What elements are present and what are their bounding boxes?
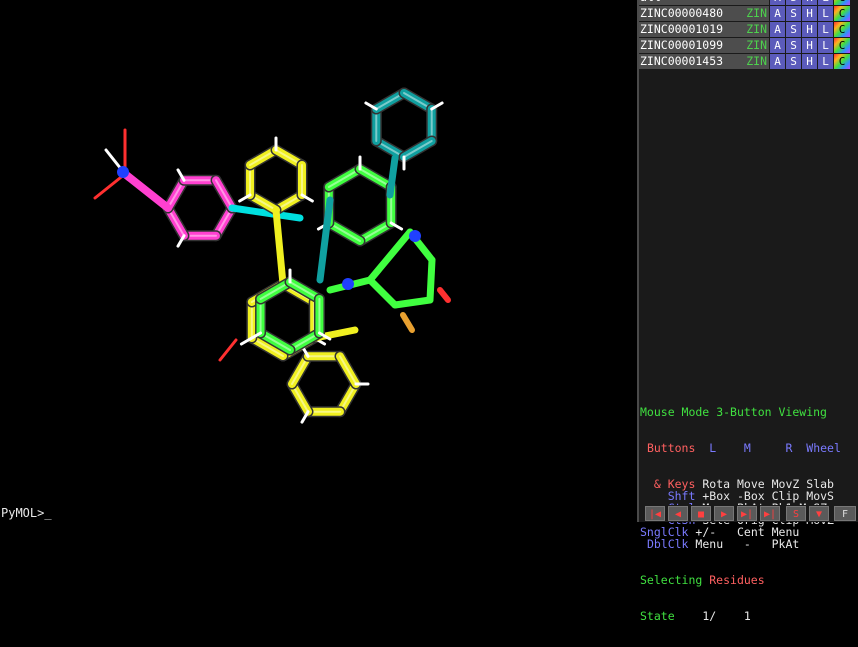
action-button[interactable]: A bbox=[770, 0, 785, 5]
command-line[interactable]: PyMOL>_ bbox=[0, 505, 638, 522]
magenta-bond bbox=[121, 170, 172, 212]
prev-frame-button[interactable]: ◀ bbox=[668, 506, 688, 521]
click-r: PkAt bbox=[771, 537, 800, 551]
nitrogen-atom bbox=[409, 230, 421, 242]
label-button[interactable]: L bbox=[818, 0, 833, 5]
object-name[interactable]: all bbox=[639, 0, 769, 5]
oxygen-bond bbox=[218, 338, 238, 362]
command-prompt[interactable]: PyMOL>_ bbox=[1, 506, 52, 520]
mouse-mode-value[interactable]: 3-Button Viewing bbox=[716, 405, 827, 419]
object-row[interactable]: ZINC00001453 ZIN A S H L C bbox=[639, 54, 858, 69]
green-bond bbox=[366, 228, 414, 284]
state-value: 1/ bbox=[702, 609, 717, 623]
oxygen-bond bbox=[437, 287, 451, 303]
object-row[interactable]: ZINC00001019 ZIN A S H L C bbox=[639, 22, 858, 37]
action-button[interactable]: A bbox=[770, 22, 785, 37]
label-button[interactable]: L bbox=[818, 54, 833, 69]
action-button[interactable]: A bbox=[770, 54, 785, 69]
object-name-label: ZINC00000480 bbox=[640, 6, 724, 20]
hide-button[interactable]: H bbox=[802, 6, 817, 21]
show-button[interactable]: S bbox=[786, 22, 801, 37]
color-button[interactable]: C bbox=[834, 54, 850, 69]
show-button[interactable]: S bbox=[786, 6, 801, 21]
object-name-label: ZINC00001453 bbox=[640, 54, 724, 68]
next-frame-button[interactable]: ▶| bbox=[737, 506, 757, 521]
green-bond bbox=[366, 276, 399, 309]
mouse-mode-label: Mouse Mode bbox=[640, 405, 710, 419]
show-button[interactable]: S bbox=[786, 54, 801, 69]
object-name-label: ZINC00001099 bbox=[640, 38, 724, 52]
object-tag: ZIN bbox=[746, 54, 767, 68]
object-name-label: all bbox=[640, 0, 661, 4]
selecting-label: Selecting bbox=[640, 573, 703, 587]
col-m: M bbox=[743, 441, 751, 455]
molecule-render[interactable] bbox=[0, 0, 637, 505]
object-name[interactable]: ZINC00001019 ZIN bbox=[639, 22, 769, 37]
col-l: L bbox=[709, 441, 717, 455]
yellow-bond bbox=[272, 206, 287, 288]
object-tag: ZIN bbox=[746, 22, 767, 36]
object-panel: allASHLCZINC00000480ZINASHLCZINC00001019… bbox=[639, 0, 858, 622]
color-button[interactable]: C bbox=[834, 6, 850, 21]
object-row[interactable]: ZINC00001099 ZIN A S H L C bbox=[639, 38, 858, 53]
nitrogen-atom bbox=[117, 166, 129, 178]
label-button[interactable]: L bbox=[818, 6, 833, 21]
nitrogen-atom bbox=[342, 278, 354, 290]
menu-button[interactable]: ▼ bbox=[809, 506, 829, 521]
click-key: DblClk bbox=[646, 537, 689, 551]
teal-bond bbox=[316, 196, 334, 284]
green-bond bbox=[391, 296, 434, 309]
state-total: 1 bbox=[743, 609, 751, 623]
hide-button[interactable]: H bbox=[802, 0, 817, 5]
col-wheel: Wheel bbox=[806, 441, 841, 455]
color-button[interactable]: C bbox=[834, 0, 850, 5]
scene-button[interactable]: S bbox=[786, 506, 806, 521]
teal-bond bbox=[386, 154, 399, 199]
label-button[interactable]: L bbox=[818, 38, 833, 53]
show-button[interactable]: S bbox=[786, 38, 801, 53]
hide-button[interactable]: H bbox=[802, 54, 817, 69]
show-button[interactable]: S bbox=[786, 0, 801, 5]
label-button[interactable]: L bbox=[818, 22, 833, 37]
oxygen-bond bbox=[93, 172, 127, 200]
last-frame-button[interactable]: ▶| bbox=[760, 506, 780, 521]
playback-controls: |◀ ◀ ■ ▶ ▶| ▶| S ▼ F bbox=[639, 505, 858, 522]
click-m: - bbox=[743, 537, 751, 551]
hide-button[interactable]: H bbox=[802, 22, 817, 37]
action-button[interactable]: A bbox=[770, 38, 785, 53]
3d-viewport[interactable] bbox=[0, 0, 637, 505]
object-name[interactable]: ZINC00001099 ZIN bbox=[639, 38, 769, 53]
object-name-label: ZINC00001019 bbox=[640, 22, 724, 36]
object-tag: ZIN bbox=[746, 6, 767, 20]
fullscreen-button[interactable]: F bbox=[834, 506, 856, 521]
stop-button[interactable]: ■ bbox=[691, 506, 711, 521]
object-name[interactable]: ZINC00000480 ZIN bbox=[639, 6, 769, 21]
object-name[interactable]: ZINC00001453 ZIN bbox=[639, 54, 769, 69]
selecting-value[interactable]: Residues bbox=[709, 573, 764, 587]
state-label: State bbox=[640, 609, 675, 623]
green-bond bbox=[426, 256, 436, 304]
sulfur-bond bbox=[400, 312, 415, 333]
color-button[interactable]: C bbox=[834, 22, 850, 37]
object-tag: ZIN bbox=[746, 38, 767, 52]
col-r: R bbox=[785, 441, 793, 455]
first-frame-button[interactable]: |◀ bbox=[645, 506, 665, 521]
object-row[interactable]: all ASHLC bbox=[639, 0, 858, 5]
action-button[interactable]: A bbox=[770, 6, 785, 21]
object-row[interactable]: ZINC00000480 ZIN A S H L C bbox=[639, 6, 858, 21]
hide-button[interactable]: H bbox=[802, 38, 817, 53]
color-button[interactable]: C bbox=[834, 38, 850, 53]
buttons-label: Buttons bbox=[646, 441, 696, 455]
click-l: Menu bbox=[695, 537, 724, 551]
play-button[interactable]: ▶ bbox=[714, 506, 734, 521]
